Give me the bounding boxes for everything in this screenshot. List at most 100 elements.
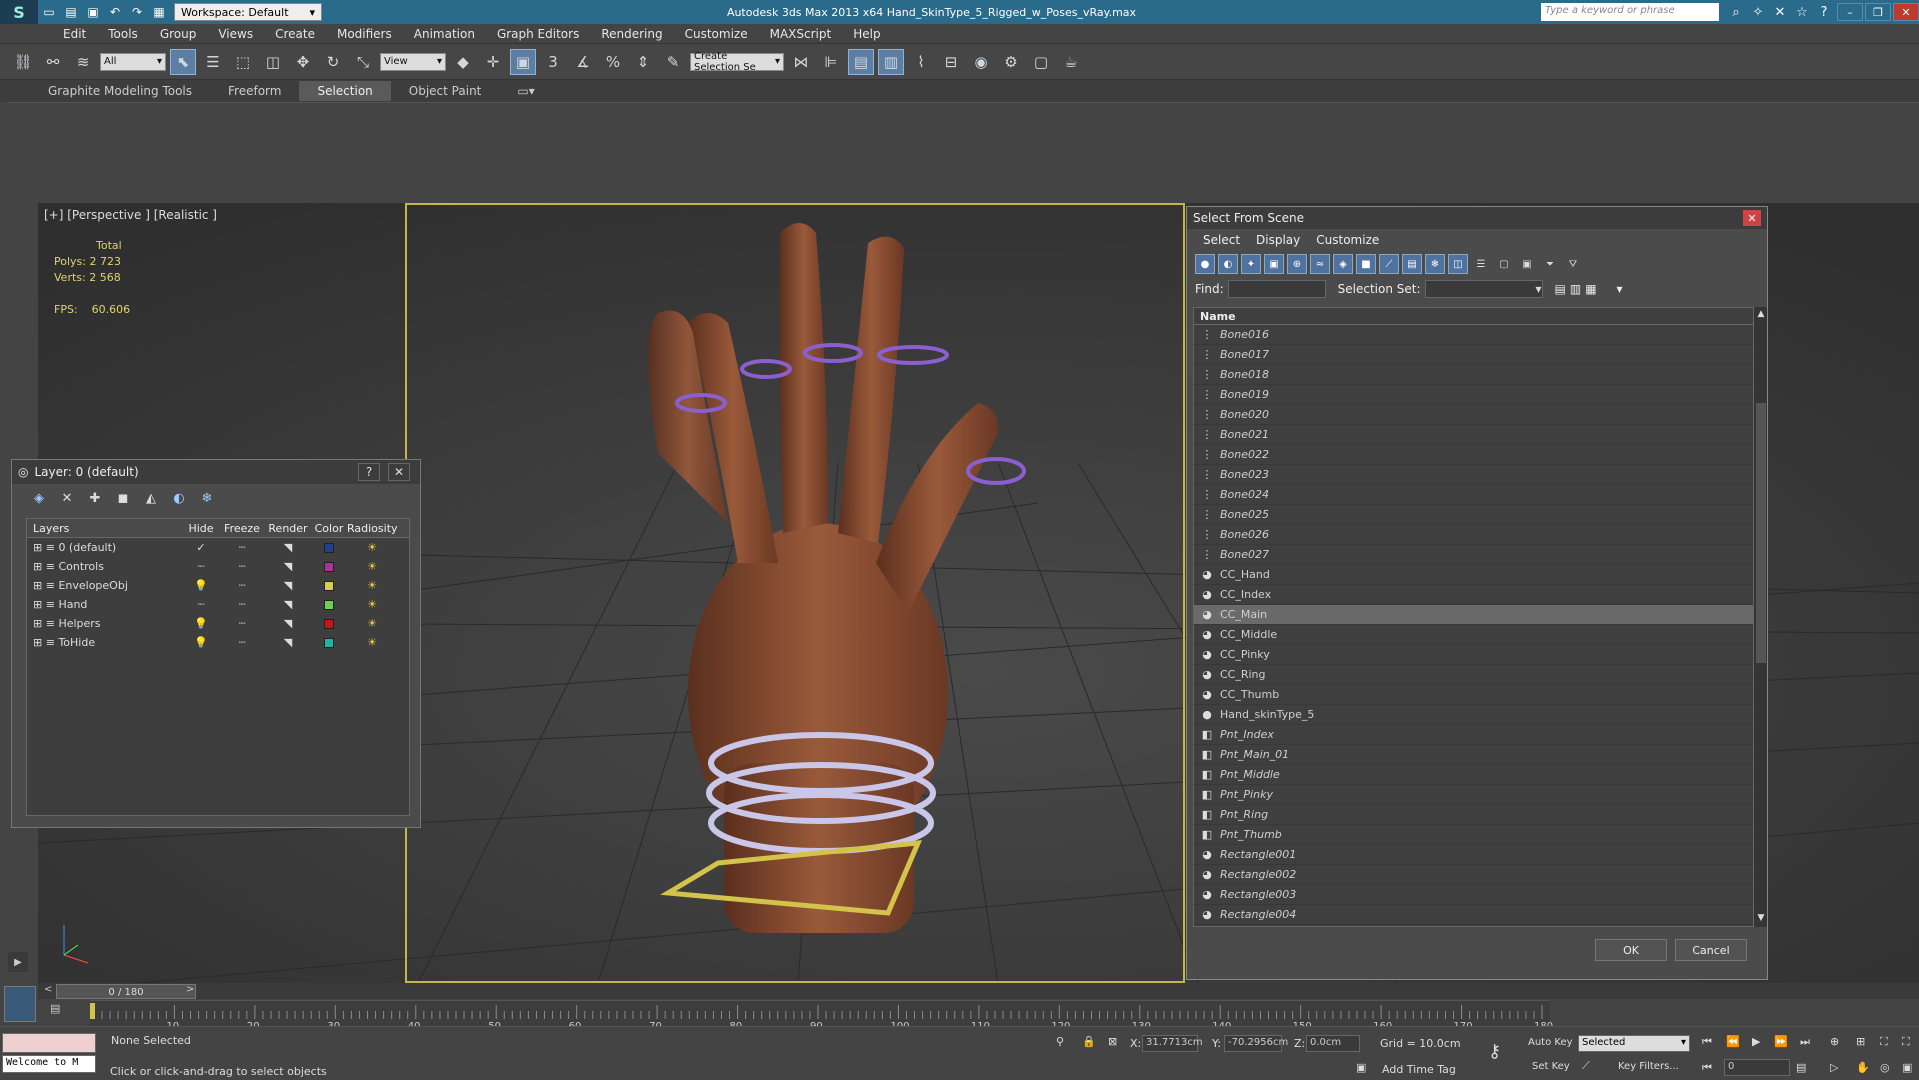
key-filters-button[interactable]: Key Filters...: [1618, 1061, 1679, 1072]
angle-snap-icon[interactable]: ∡: [570, 49, 596, 75]
track-bar[interactable]: 1020304050607080901001101201301401501601…: [90, 1000, 1553, 1032]
expand-icon[interactable]: ⊞ ≡: [33, 579, 58, 592]
align-icon[interactable]: ⊫: [818, 49, 844, 75]
add-to-set-icon[interactable]: ▥: [1570, 282, 1581, 296]
new-selection-set-icon[interactable]: ▤: [1555, 282, 1566, 296]
open-file-icon[interactable]: ▤: [60, 1, 82, 23]
render-toggle-icon[interactable]: ◥: [265, 560, 311, 573]
scene-object-row[interactable]: ◕ CC_Middle: [1194, 625, 1758, 645]
menu-modifiers[interactable]: Modifiers: [326, 27, 403, 41]
hide-all-layers-icon[interactable]: ◐: [170, 489, 188, 507]
orbit-icon[interactable]: ◎: [1880, 1061, 1890, 1074]
current-frame-field[interactable]: 0: [1724, 1059, 1790, 1076]
layer-row[interactable]: ⊞ ≡ EnvelopeObj 💡 ┈ ◥ ☀: [27, 576, 409, 595]
layer-row[interactable]: ⊞ ≡ Helpers 💡 ┈ ◥ ☀: [27, 614, 409, 633]
render-toggle-icon[interactable]: ◥: [265, 598, 311, 611]
zoom-extents-icon[interactable]: ⛶: [1880, 1035, 1888, 1049]
save-file-icon[interactable]: ▣: [82, 1, 104, 23]
filter-icon[interactable]: ⏷: [1540, 254, 1560, 274]
select-in-layer-icon[interactable]: ◼: [114, 489, 132, 507]
snaps-toggle-icon[interactable]: 3: [540, 49, 566, 75]
scene-object-row[interactable]: ⋮ Bone016: [1194, 325, 1758, 345]
freeze-toggle-icon[interactable]: ┈: [219, 636, 265, 649]
hidden-bulb-icon[interactable]: 💡: [183, 636, 219, 649]
render-production-icon[interactable]: ☕: [1058, 49, 1084, 75]
go-to-start-icon[interactable]: ⏮: [1702, 1035, 1712, 1049]
scene-object-row[interactable]: ⋮ Bone017: [1194, 345, 1758, 365]
freeze-toggle-icon[interactable]: ┈: [219, 541, 265, 554]
rectangular-selection-icon[interactable]: ⬚: [230, 49, 256, 75]
search-input[interactable]: Type a keyword or phrase: [1541, 3, 1719, 21]
mini-curve-editor-icon[interactable]: [4, 986, 36, 1022]
schematic-view-icon[interactable]: ⊟: [938, 49, 964, 75]
menu-group[interactable]: Group: [149, 27, 208, 41]
key-mode-dropdown[interactable]: Selected ▾: [1578, 1035, 1690, 1052]
layer-color-swatch[interactable]: [324, 561, 334, 572]
scene-object-row[interactable]: ⋮ Bone027: [1194, 545, 1758, 565]
set-key-button[interactable]: Set Key: [1532, 1061, 1570, 1072]
favorites-star-icon[interactable]: ☆: [1791, 1, 1813, 23]
freeze-toggle-icon[interactable]: ┈: [219, 617, 265, 630]
rotate-icon[interactable]: ↻: [320, 49, 346, 75]
find-input[interactable]: [1227, 280, 1326, 298]
previous-frame-icon[interactable]: ⏪: [1726, 1035, 1740, 1048]
ribbon-options-icon[interactable]: ▭▾: [499, 81, 552, 101]
tab-selection[interactable]: Selection: [299, 81, 391, 101]
remove-from-set-icon[interactable]: ▦: [1585, 282, 1596, 296]
next-frame-icon[interactable]: ⏩: [1774, 1035, 1788, 1048]
tab-graphite-modeling-tools[interactable]: Graphite Modeling Tools: [30, 81, 210, 101]
xrefs-filter-icon[interactable]: ■: [1356, 254, 1376, 274]
close-button[interactable]: ✕: [388, 463, 410, 481]
graphite-ribbon-icon[interactable]: ▥: [878, 48, 904, 75]
redo-icon[interactable]: ↷: [126, 1, 148, 23]
list-scrollbar[interactable]: ▲ ▼: [1753, 307, 1767, 927]
scene-object-row[interactable]: ⋮ Bone025: [1194, 505, 1758, 525]
edit-named-selection-icon[interactable]: ✎: [660, 49, 686, 75]
containers-filter-icon[interactable]: ▤: [1402, 254, 1422, 274]
play-icon[interactable]: ▶: [8, 952, 28, 972]
scene-object-row[interactable]: ◕ CC_Hand: [1194, 565, 1758, 585]
layer-color-swatch[interactable]: [324, 542, 334, 553]
hidden-bulb-icon[interactable]: 💡: [183, 617, 219, 630]
help-icon[interactable]: ?: [1813, 1, 1835, 23]
minimize-button[interactable]: –: [1837, 3, 1863, 21]
search-icon[interactable]: ✧: [1747, 1, 1769, 23]
layer-row[interactable]: ⊞ ≡ Hand ┈ ┈ ◥ ☀: [27, 595, 409, 614]
layer-color-swatch[interactable]: [324, 637, 334, 648]
scene-object-row[interactable]: ◕ CC_Ring: [1194, 665, 1758, 685]
add-to-layer-icon[interactable]: ✚: [86, 489, 104, 507]
render-toggle-icon[interactable]: ◥: [265, 617, 311, 630]
scene-object-row[interactable]: ⋮ Bone022: [1194, 445, 1758, 465]
display-all-icon[interactable]: ☰: [1471, 254, 1491, 274]
layer-color-swatch[interactable]: [324, 618, 334, 629]
hidden-filter-icon[interactable]: ◫: [1448, 254, 1468, 274]
bind-spacewarp-icon[interactable]: ≋: [70, 49, 96, 75]
percent-snap-icon[interactable]: %: [600, 49, 626, 75]
z-coordinate-field[interactable]: 0.0cm: [1306, 1035, 1360, 1052]
communication-icon[interactable]: ✕: [1769, 1, 1791, 23]
layer-row[interactable]: ⊞ ≡ Controls ┈ ┈ ◥ ☀: [27, 557, 409, 576]
absolute-mode-icon[interactable]: ⊠: [1108, 1035, 1117, 1048]
scene-object-row[interactable]: ◧ Pnt_Middle: [1194, 765, 1758, 785]
select-object-icon[interactable]: ⬉: [170, 48, 196, 75]
expand-icon[interactable]: ⊞ ≡: [33, 598, 58, 611]
scene-object-row[interactable]: ◕ Rectangle001: [1194, 845, 1758, 865]
scene-object-row[interactable]: ◧ Pnt_Pinky: [1194, 785, 1758, 805]
named-selection-set-dropdown[interactable]: Create Selection Se ▾: [690, 51, 784, 73]
time-tag-icon[interactable]: ▣: [1356, 1061, 1366, 1074]
lights-filter-icon[interactable]: ✦: [1241, 254, 1261, 274]
menu-customize[interactable]: Customize: [1308, 233, 1387, 247]
menu-views[interactable]: Views: [207, 27, 264, 41]
scene-object-row[interactable]: ⋮ Bone018: [1194, 365, 1758, 385]
expand-icon[interactable]: ⊞ ≡: [33, 560, 58, 573]
menu-tools[interactable]: Tools: [97, 27, 149, 41]
selection-filter-dropdown[interactable]: All ▾: [100, 52, 166, 71]
layer-color-swatch[interactable]: [324, 580, 334, 591]
viewport-label[interactable]: [+] [Perspective ] [Realistic ]: [44, 208, 217, 222]
menu-rendering[interactable]: Rendering: [590, 27, 673, 41]
scene-object-row[interactable]: ⋮ Bone024: [1194, 485, 1758, 505]
keyboard-shortcut-override-icon[interactable]: ▣: [510, 48, 536, 75]
curve-editor-icon[interactable]: ⌇: [908, 49, 934, 75]
render-toggle-icon[interactable]: ◥: [265, 636, 311, 649]
y-coordinate-field[interactable]: -70.2956cm: [1224, 1035, 1288, 1052]
